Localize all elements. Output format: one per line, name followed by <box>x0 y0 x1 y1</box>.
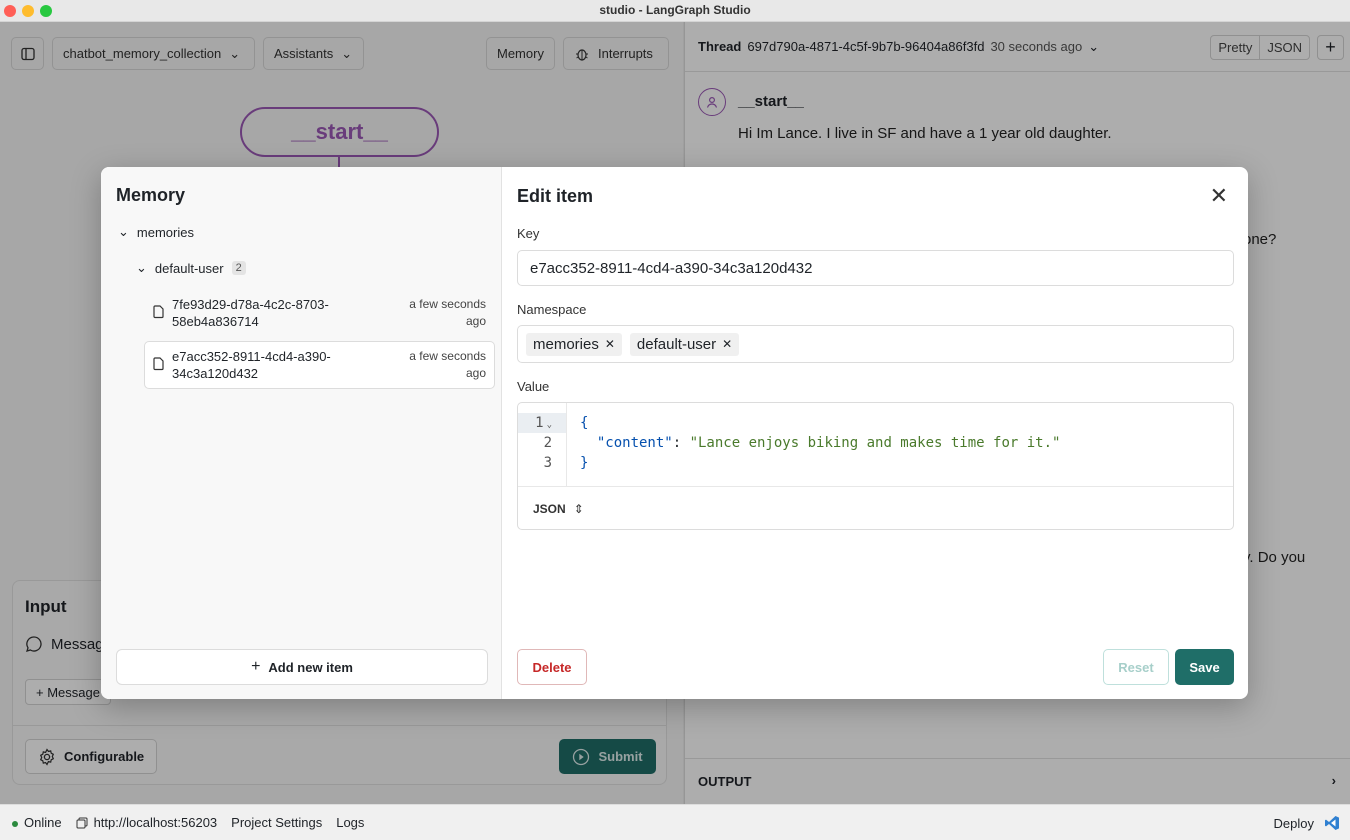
memory-item-key: e7acc352-8911-4cd4-a390- 34c3a120d432 <box>172 349 331 381</box>
project-settings-link[interactable]: Project Settings <box>231 815 322 830</box>
add-new-item-label: Add new item <box>268 659 353 675</box>
memory-item-time: a few seconds ago <box>409 297 486 328</box>
remove-chip-icon[interactable]: ✕ <box>605 337 615 351</box>
key-label: Key <box>517 226 540 241</box>
plus-icon: + <box>251 658 261 675</box>
status-dot-icon <box>12 821 18 827</box>
chevron-up-down-icon: ⇕ <box>573 501 584 516</box>
edit-item-title: Edit item <box>517 186 594 206</box>
format-label: JSON <box>533 501 566 516</box>
vscode-icon <box>1325 816 1339 830</box>
logs-link[interactable]: Logs <box>336 815 364 830</box>
save-button[interactable]: Save <box>1175 649 1234 685</box>
memory-title: Memory <box>116 185 186 205</box>
add-new-item-button[interactable]: + Add new item <box>116 649 488 685</box>
reset-button[interactable]: Reset <box>1103 649 1169 685</box>
remove-chip-icon[interactable]: ✕ <box>722 337 732 351</box>
delete-button[interactable]: Delete <box>517 649 587 685</box>
edit-item-pane: Edit item ✕ Key e7acc352-8911-4cd4-a390-… <box>503 167 1248 699</box>
close-icon[interactable]: ✕ <box>1210 185 1228 207</box>
namespace-field[interactable]: memories ✕ default-user ✕ <box>517 325 1234 363</box>
namespace-label: default-user <box>154 260 224 276</box>
deploy-button[interactable]: Deploy <box>1274 815 1340 831</box>
server-url-link[interactable]: http://localhost:56203 <box>76 815 217 830</box>
code-content[interactable]: { "content": "Lance enjoys biking and ma… <box>580 413 1060 473</box>
memory-tree-pane: Memory ⌄ memories ⌄ default-user 2 7fe93… <box>101 167 502 699</box>
chevron-down-icon: ⌄ <box>118 224 129 239</box>
document-icon <box>152 305 164 322</box>
namespace-node-default-user[interactable]: ⌄ default-user 2 <box>136 260 246 276</box>
fold-chevron-icon: ⌄ <box>546 420 552 430</box>
line-number-gutter: 1 ⌄ 2 3 <box>518 403 567 486</box>
memory-item-selected[interactable]: e7acc352-8911-4cd4-a390- 34c3a120d432 a f… <box>144 341 495 389</box>
key-field[interactable]: e7acc352-8911-4cd4-a390-34c3a120d432 <box>517 250 1234 286</box>
item-count-badge: 2 <box>231 261 246 275</box>
memory-item-key: 7fe93d29-d78a-4c2c-8703- 58eb4a836714 <box>172 297 329 329</box>
memory-item-time: a few seconds ago <box>409 349 486 380</box>
document-icon <box>152 357 164 374</box>
window-titlebar: studio - LangGraph Studio <box>0 0 1350 22</box>
namespace-chip: memories ✕ <box>526 332 622 356</box>
memory-item[interactable]: 7fe93d29-d78a-4c2c-8703- 58eb4a836714 a f… <box>144 289 495 337</box>
value-editor[interactable]: 1 ⌄ 2 3 { "content": "Lance enjoys biking… <box>517 402 1234 530</box>
namespace-chip: default-user ✕ <box>629 332 740 356</box>
copy-icon <box>76 817 88 828</box>
namespace-label: memories <box>136 224 194 240</box>
namespace-label: Namespace <box>517 302 587 317</box>
status-bar: Online http://localhost:56203 Project Se… <box>0 804 1350 840</box>
line-number: 3 <box>543 455 552 471</box>
line-number: 2 <box>543 435 552 451</box>
memory-dialog: Memory ⌄ memories ⌄ default-user 2 7fe93… <box>101 167 1248 699</box>
chevron-down-icon: ⌄ <box>136 260 147 275</box>
namespace-node-memories[interactable]: ⌄ memories <box>118 224 194 240</box>
line-number: 1 ⌄ <box>518 413 566 433</box>
value-label: Value <box>517 379 550 394</box>
format-select[interactable]: JSON ⇕ <box>518 486 1233 529</box>
window-title: studio - LangGraph Studio <box>599 3 751 17</box>
online-status: Online <box>12 815 62 830</box>
